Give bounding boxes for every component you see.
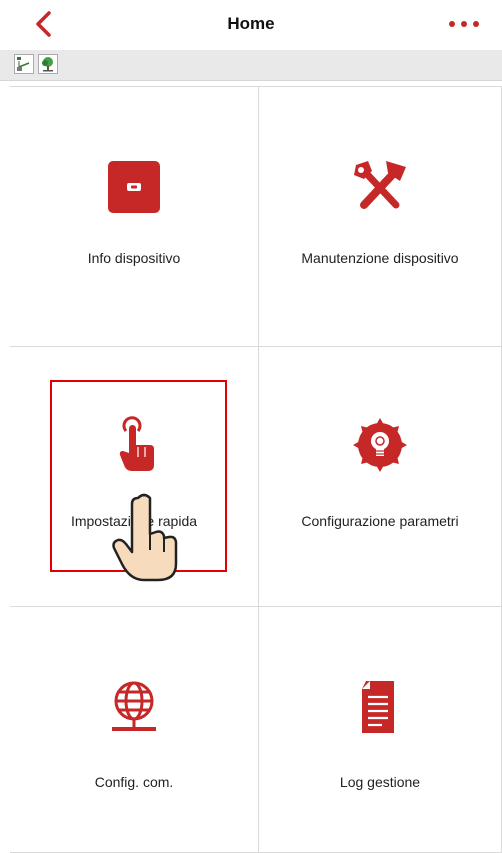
more-button[interactable] xyxy=(444,11,484,37)
tile-label: Manutenzione dispositivo xyxy=(301,250,459,266)
tile-label: Config. com. xyxy=(94,774,174,790)
tile-label: Info dispositivo xyxy=(87,250,181,266)
document-log-icon xyxy=(350,677,410,737)
tile-label: Configurazione parametri xyxy=(301,513,459,529)
settings-bulb-icon xyxy=(350,415,410,475)
tile-impostazione-rapida[interactable]: Impostazione rapida xyxy=(10,347,259,607)
network-topology-icon[interactable] xyxy=(14,54,34,74)
more-dots-icon xyxy=(449,21,479,27)
tile-info-dispositivo[interactable]: Info dispositivo xyxy=(10,87,259,347)
tools-icon xyxy=(350,157,410,217)
device-info-icon xyxy=(104,157,164,217)
tile-label: Impostazione rapida xyxy=(70,513,198,529)
tile-configurazione-parametri[interactable]: Configurazione parametri xyxy=(259,347,502,607)
tree-monitor-icon[interactable] xyxy=(38,54,58,74)
network-globe-icon xyxy=(104,677,164,737)
navigation-bar: Home xyxy=(0,0,502,50)
function-grid: Info dispositivo Manutenzione dispositiv… xyxy=(10,86,502,853)
tile-manutenzione-dispositivo[interactable]: Manutenzione dispositivo xyxy=(259,87,502,347)
tap-hand-icon xyxy=(104,415,164,475)
page-title: Home xyxy=(227,14,275,33)
status-bar xyxy=(0,50,502,81)
tile-log-gestione[interactable]: Log gestione xyxy=(259,607,502,853)
tile-label: Log gestione xyxy=(339,774,421,790)
tile-config-com[interactable]: Config. com. xyxy=(10,607,259,853)
